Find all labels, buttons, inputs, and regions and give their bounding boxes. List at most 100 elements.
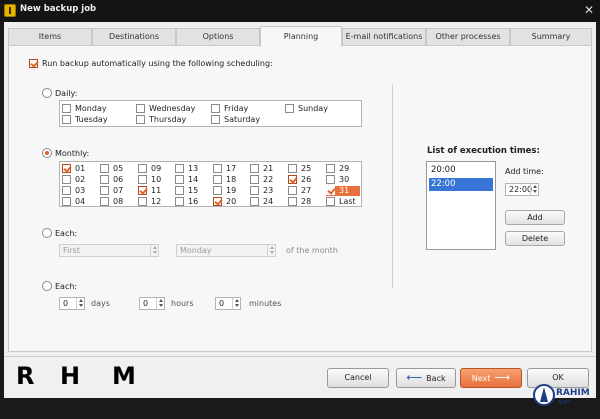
- month-day[interactable]: 30: [326, 175, 360, 185]
- weekday-select[interactable]: Monday: [176, 244, 276, 257]
- spinner-arrows-icon[interactable]: [232, 298, 240, 309]
- month-day[interactable]: 01: [62, 164, 96, 174]
- month-day[interactable]: 15: [175, 186, 209, 196]
- day-checkbox[interactable]: [175, 164, 184, 173]
- month-day[interactable]: 24: [250, 197, 284, 207]
- day-checkbox[interactable]: [288, 197, 297, 206]
- hours-stepper[interactable]: 0: [139, 297, 165, 310]
- month-day[interactable]: 26: [288, 175, 322, 185]
- month-day[interactable]: 23: [250, 186, 284, 196]
- day-checkbox[interactable]: [250, 164, 259, 173]
- run-auto-checkbox[interactable]: [29, 59, 38, 68]
- day-checkbox[interactable]: [250, 197, 259, 206]
- month-day[interactable]: 13: [175, 164, 209, 174]
- day-checkbox[interactable]: [326, 164, 335, 173]
- minutes-stepper[interactable]: 0: [215, 297, 241, 310]
- month-day[interactable]: 06: [100, 175, 134, 185]
- cancel-button[interactable]: Cancel: [327, 368, 389, 388]
- month-day[interactable]: 29: [326, 164, 360, 174]
- day-checkbox[interactable]: [213, 164, 222, 173]
- day-checkbox[interactable]: [100, 175, 109, 184]
- tab-other-processes[interactable]: Other processes: [426, 28, 510, 46]
- month-day[interactable]: 27: [288, 186, 322, 196]
- day-checkbox[interactable]: [62, 115, 71, 124]
- day-checkbox[interactable]: [175, 197, 184, 206]
- day-checkbox[interactable]: [211, 115, 220, 124]
- day-checkbox[interactable]: [100, 197, 109, 206]
- day-checkbox[interactable]: [136, 115, 145, 124]
- daily-radio[interactable]: [42, 88, 52, 98]
- day-checkbox[interactable]: [138, 197, 147, 206]
- day-checkbox[interactable]: [288, 164, 297, 173]
- day-checkbox[interactable]: [326, 197, 335, 206]
- exec-times-list[interactable]: 20:00 22:00: [426, 161, 496, 250]
- tab-items[interactable]: Items: [8, 28, 92, 46]
- month-day[interactable]: 05: [100, 164, 134, 174]
- spinner-arrows-icon[interactable]: [267, 245, 275, 256]
- day-checkbox[interactable]: [211, 104, 220, 113]
- day-checkbox[interactable]: [62, 186, 71, 195]
- month-day-highlighted[interactable]: 31: [326, 186, 360, 196]
- day-checkbox[interactable]: [100, 164, 109, 173]
- each-month-radio[interactable]: [42, 228, 52, 238]
- month-day[interactable]: 20: [213, 197, 247, 207]
- month-day[interactable]: 17: [213, 164, 247, 174]
- add-time-stepper[interactable]: 22:00: [505, 183, 539, 196]
- spinner-arrows-icon[interactable]: [76, 298, 84, 309]
- month-day[interactable]: 19: [213, 186, 247, 196]
- month-day[interactable]: Last: [326, 197, 360, 207]
- day-checkbox[interactable]: [100, 186, 109, 195]
- month-day[interactable]: 21: [250, 164, 284, 174]
- day-checkbox[interactable]: [138, 186, 147, 195]
- month-day[interactable]: 10: [138, 175, 172, 185]
- month-day[interactable]: 03: [62, 186, 96, 196]
- ordinal-select[interactable]: First: [59, 244, 159, 257]
- day-checkbox[interactable]: [136, 104, 145, 113]
- each-interval-radio[interactable]: [42, 281, 52, 291]
- tab-email-notifications[interactable]: E-mail notifications: [342, 28, 426, 46]
- day-checkbox[interactable]: [285, 104, 294, 113]
- day-checkbox[interactable]: [62, 175, 71, 184]
- day-saturday[interactable]: Saturday: [211, 115, 281, 125]
- month-day[interactable]: 22: [250, 175, 284, 185]
- delete-time-button[interactable]: Delete: [505, 231, 565, 246]
- spinner-arrows-icon[interactable]: [530, 184, 538, 195]
- list-item-selected[interactable]: 22:00: [429, 178, 493, 191]
- tab-options[interactable]: Options: [176, 28, 260, 46]
- days-stepper[interactable]: 0: [59, 297, 85, 310]
- day-checkbox[interactable]: [138, 164, 147, 173]
- day-wednesday[interactable]: Wednesday: [136, 104, 206, 114]
- day-sunday[interactable]: Sunday: [285, 104, 355, 114]
- day-checkbox[interactable]: [326, 175, 335, 184]
- day-tuesday[interactable]: Tuesday: [62, 115, 132, 125]
- month-day[interactable]: 18: [213, 175, 247, 185]
- month-day[interactable]: 11: [138, 186, 172, 196]
- month-day[interactable]: 02: [62, 175, 96, 185]
- month-day[interactable]: 12: [138, 197, 172, 207]
- day-checkbox[interactable]: [213, 186, 222, 195]
- month-day[interactable]: 14: [175, 175, 209, 185]
- monthly-radio[interactable]: [42, 148, 52, 158]
- month-day[interactable]: 25: [288, 164, 322, 174]
- tab-planning[interactable]: Planning: [260, 26, 342, 47]
- list-item[interactable]: 20:00: [429, 164, 493, 177]
- day-checkbox[interactable]: [175, 186, 184, 195]
- tab-destinations[interactable]: Destinations: [92, 28, 176, 46]
- add-time-button[interactable]: Add: [505, 210, 565, 225]
- spinner-arrows-icon[interactable]: [150, 245, 158, 256]
- day-monday[interactable]: Monday: [62, 104, 132, 114]
- day-checkbox[interactable]: [213, 175, 222, 184]
- close-icon[interactable]: ✕: [584, 3, 594, 17]
- day-checkbox[interactable]: [250, 175, 259, 184]
- month-day[interactable]: 04: [62, 197, 96, 207]
- day-checkbox[interactable]: [250, 186, 259, 195]
- tab-summary[interactable]: Summary: [510, 28, 592, 46]
- day-checkbox[interactable]: [62, 104, 71, 113]
- day-checkbox[interactable]: [62, 197, 71, 206]
- day-checkbox[interactable]: [288, 186, 297, 195]
- back-button[interactable]: ⟵ Back: [396, 368, 456, 388]
- day-checkbox[interactable]: [175, 175, 184, 184]
- month-day[interactable]: 07: [100, 186, 134, 196]
- day-checkbox[interactable]: [326, 186, 335, 195]
- day-checkbox[interactable]: [288, 175, 297, 184]
